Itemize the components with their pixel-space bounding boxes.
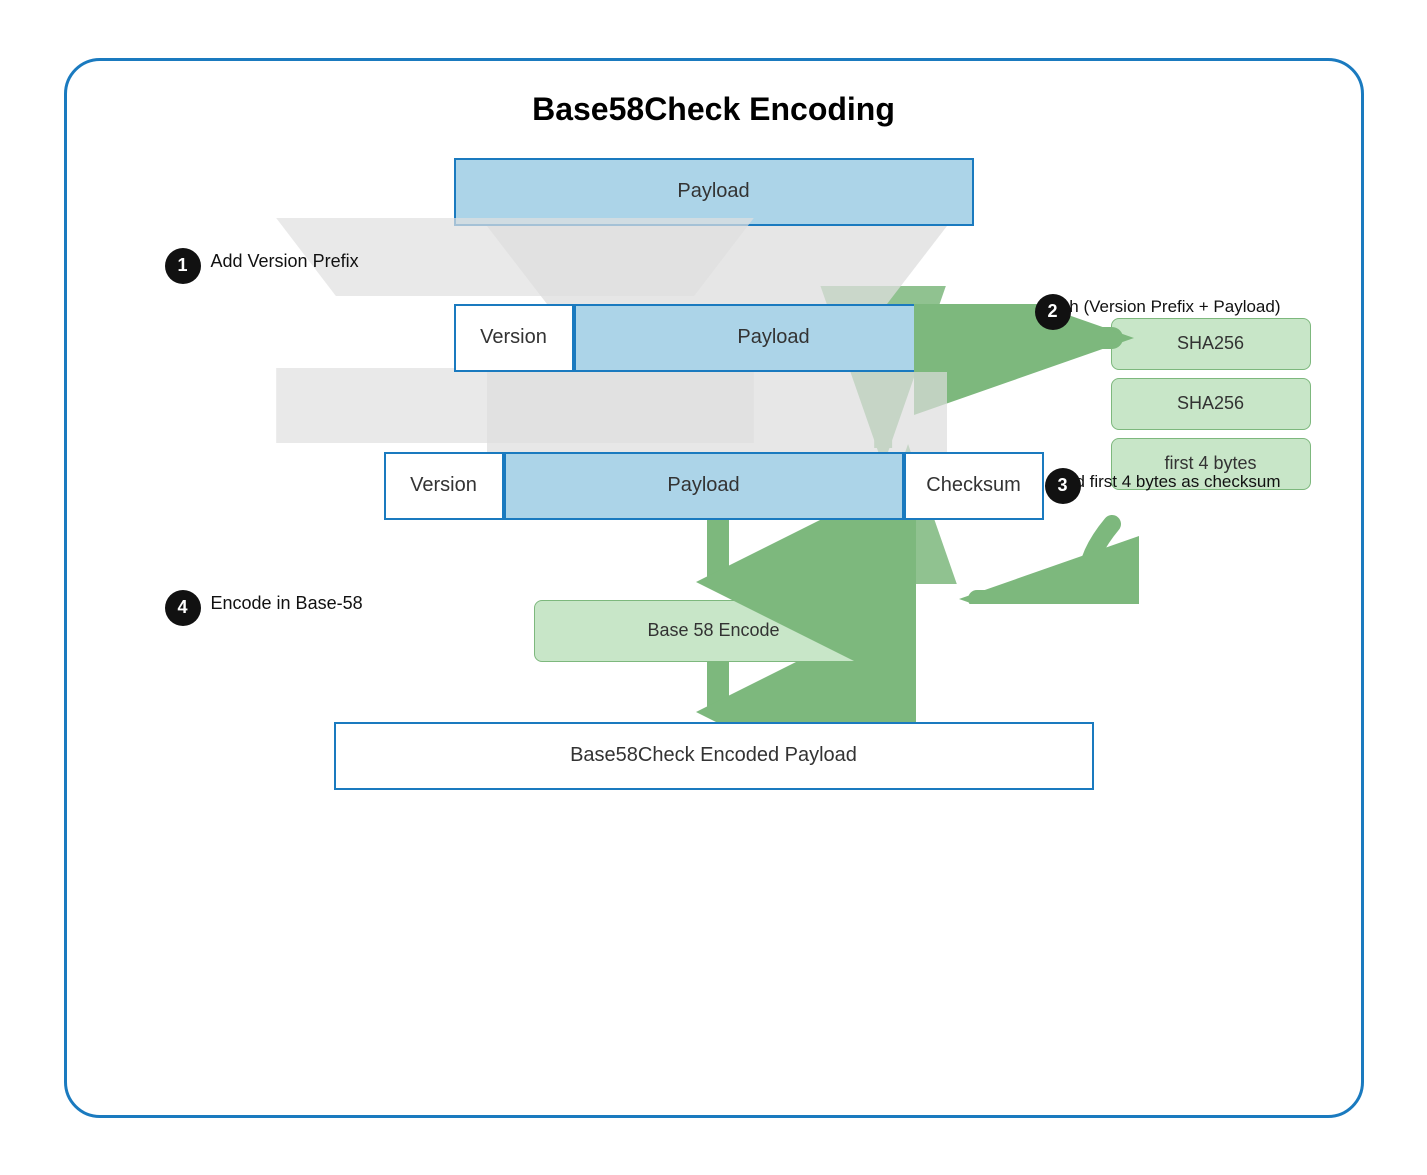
green-section: Base 58 Encode 4 Encode in Base-58 xyxy=(107,520,1321,662)
diagram-container: Base58Check Encoding xyxy=(64,58,1364,1118)
checksum-box: Checksum xyxy=(904,452,1044,520)
step1-label: Add Version Prefix xyxy=(211,251,359,272)
arrow-spacer xyxy=(107,520,1321,600)
final-arrow-svg xyxy=(107,662,1321,722)
sha256-1-box: SHA256 xyxy=(1111,318,1311,370)
payload-top-box: Payload xyxy=(454,158,974,226)
step4-label: Encode in Base-58 xyxy=(211,593,363,614)
final-arrow-area xyxy=(107,662,1321,722)
row1: Payload xyxy=(107,158,1321,226)
base58-encode-box: Base 58 Encode xyxy=(534,600,894,662)
step2-label: Hash (Version Prefix + Payload) xyxy=(1039,297,1280,317)
payload-mid-box: Payload xyxy=(574,304,974,372)
step4-circle: 4 xyxy=(165,590,201,626)
version2-box: Version xyxy=(384,452,504,520)
step1-circle: 1 xyxy=(165,248,201,284)
version1-box: Version xyxy=(454,304,574,372)
gap-svg xyxy=(107,372,1321,452)
trap1-area: 1 Add Version Prefix xyxy=(107,226,1321,304)
gap-area xyxy=(107,372,1321,452)
final-box: Base58Check Encoded Payload xyxy=(334,722,1094,790)
row2-wrapper: Version Payload 2 Hash (Version Prefix +… xyxy=(107,304,1321,372)
row3-wrapper: Version Payload Checksum 3 Add first 4 b… xyxy=(107,452,1321,520)
step3-circle: 3 xyxy=(1045,468,1081,504)
final-row: Base58Check Encoded Payload xyxy=(107,722,1321,790)
main-area: Payload 1 Add Version Prefix Version xyxy=(107,158,1321,790)
step3-label: Add first 4 bytes as checksum xyxy=(1055,472,1281,492)
payload-bot-box: Payload xyxy=(504,452,904,520)
diagram-title: Base58Check Encoding xyxy=(107,91,1321,128)
step2-circle: 2 xyxy=(1035,294,1071,330)
